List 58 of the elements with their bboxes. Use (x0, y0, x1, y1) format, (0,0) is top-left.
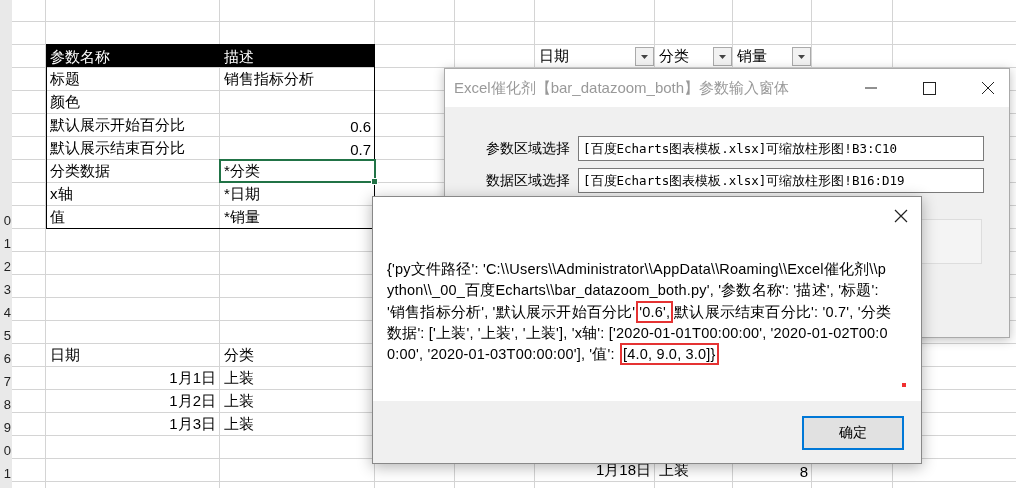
column-header: 日期 (50, 346, 80, 365)
table-cell: 上装 (224, 415, 254, 434)
field-label: 参数区域选择 (485, 139, 570, 158)
row-number: 1 (3, 236, 11, 251)
table-cell: 1月1日 (169, 369, 216, 388)
table-cell: 上装 (659, 461, 689, 480)
row-number: 1 (3, 466, 11, 481)
table-cell: 1月3日 (169, 415, 216, 434)
table-cell: 值 (50, 208, 65, 227)
table-cell: x轴 (50, 185, 73, 204)
row-number: 6 (3, 351, 11, 366)
maximize-icon[interactable] (923, 81, 936, 95)
table-cell: 上装 (224, 392, 254, 411)
table-cell: *日期 (224, 185, 260, 204)
table-cell: 0.7 (350, 141, 371, 158)
table-cell: 颜色 (50, 93, 80, 112)
row-number: 8 (3, 397, 11, 412)
table-cell: 上装 (224, 369, 254, 388)
filter-button[interactable] (713, 47, 732, 66)
row-number: 0 (3, 213, 11, 228)
table-cell: 1月18日 (595, 461, 651, 480)
field-label: 数据区域选择 (485, 171, 570, 190)
table-cell: 1月2日 (169, 392, 216, 411)
table-cell: 销售指标分析 (224, 70, 314, 89)
caret-icon (798, 54, 805, 59)
table-cell: 0.6 (350, 118, 371, 135)
row-number: 4 (3, 305, 11, 320)
column-header: 参数名称 (46, 45, 220, 67)
input-field[interactable]: [百度Echarts图表模板.xlsx]可缩放柱形图!B3:C10 (578, 136, 984, 161)
table-cell: 默认展示结束百分比 (50, 139, 185, 158)
ok-button[interactable]: 确定 (802, 416, 904, 450)
table-cell: 默认展示开始百分比 (50, 116, 185, 135)
close-icon[interactable] (981, 81, 995, 95)
column-header: 销量 (737, 47, 767, 66)
row-number: 2 (3, 259, 11, 274)
window-title: Excel催化剂【bar_datazoom_both】参数输入窗体 (454, 78, 790, 98)
row-number: 9 (3, 420, 11, 435)
table-cell: *分类 (224, 162, 260, 181)
row-number: 7 (3, 374, 11, 389)
close-icon[interactable] (894, 209, 908, 223)
row-number: 5 (3, 328, 11, 343)
caret-icon (719, 54, 726, 59)
column-header: 日期 (539, 47, 569, 66)
column-header: 描述 (220, 45, 375, 67)
column-header: 分类 (224, 346, 254, 365)
table-cell: 标题 (50, 70, 80, 89)
row-number: 3 (3, 282, 11, 297)
table-cell: 分类数据 (50, 162, 110, 181)
row-number: 0 (3, 443, 11, 458)
filter-button[interactable] (635, 47, 654, 66)
input-field[interactable]: [百度Echarts图表模板.xlsx]可缩放柱形图!B16:D19 (578, 168, 984, 193)
cell-selection[interactable] (219, 159, 376, 183)
table-cell: 8 (799, 463, 808, 480)
caret-icon (641, 54, 648, 59)
column-header: 分类 (659, 47, 689, 66)
filter-button[interactable] (792, 47, 811, 66)
table-cell: *销量 (224, 208, 260, 227)
message-text: {'py文件路径': 'C:\\Users\\Administrator\\AppData\\Roaming\\Excel催化剂\\python\\_00_百度Echarts\\bar_datazoom_both.py', '参数名称': '描述', '标题': '销售指标分析', '默认展示开始百分比' '0.6', 默认展示结束百分比': '0.7', '分类数据': ['上装', '上装', '上装'], 'x轴': ['2020-01-01T00:00:00', '2020-01-02T00:00:00', '2020-01-03T00:00:00'], '值': [4.0, 9.0, 3.0]} (387, 260, 893, 365)
